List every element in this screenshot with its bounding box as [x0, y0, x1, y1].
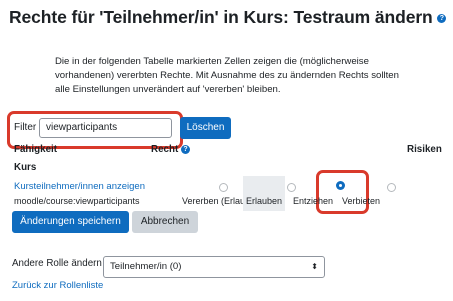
page-description: Die in der folgenden Tabelle markierten … — [55, 56, 399, 95]
column-header-capability: Fähigkeit — [14, 144, 58, 155]
radio-inherit[interactable] — [219, 183, 228, 192]
clear-filter-button[interactable]: Löschen — [180, 117, 231, 139]
radio-prohibit[interactable] — [387, 183, 396, 192]
option-allow-label: Erlauben — [246, 196, 283, 206]
help-icon[interactable]: ? — [437, 13, 447, 23]
column-header-risks: Risiken — [407, 144, 442, 155]
context-heading: Kurs — [14, 162, 37, 173]
column-header-permission: Recht ? — [151, 144, 190, 155]
radio-allow[interactable] — [287, 183, 296, 192]
permission-help-icon[interactable]: ? — [180, 144, 190, 154]
cancel-button[interactable]: Abbrechen — [132, 211, 198, 233]
back-to-roles-link[interactable]: Zurück zur Rollenliste — [12, 280, 103, 291]
capability-identifier: moodle/course:viewparticipants — [14, 196, 140, 206]
other-role-label: Andere Rolle ändern — [12, 258, 102, 269]
chevron-down-icon: ⬍ — [311, 262, 318, 271]
other-role-select[interactable]: Teilnehmer/in (0) ⬍ — [103, 256, 325, 278]
option-prevent-label: Entziehen — [293, 196, 334, 206]
radio-prevent[interactable] — [336, 181, 345, 190]
capability-name-link[interactable]: Kursteilnehmer/innen anzeigen — [14, 181, 145, 192]
filter-input[interactable]: viewparticipants — [39, 118, 172, 138]
option-prohibit-label: Verbieten — [342, 196, 381, 206]
page-title: Rechte für 'Teilnehmer/in' in Kurs: Test… — [9, 7, 447, 28]
filter-label: Filter — [14, 122, 37, 133]
other-role-selected-value: Teilnehmer/in (0) — [110, 261, 182, 272]
page-title-text: Rechte für 'Teilnehmer/in' in Kurs: Test… — [9, 7, 433, 27]
column-header-permission-label: Recht — [151, 144, 179, 155]
save-changes-button[interactable]: Änderungen speichern — [12, 211, 129, 233]
selection-highlight — [316, 170, 369, 214]
